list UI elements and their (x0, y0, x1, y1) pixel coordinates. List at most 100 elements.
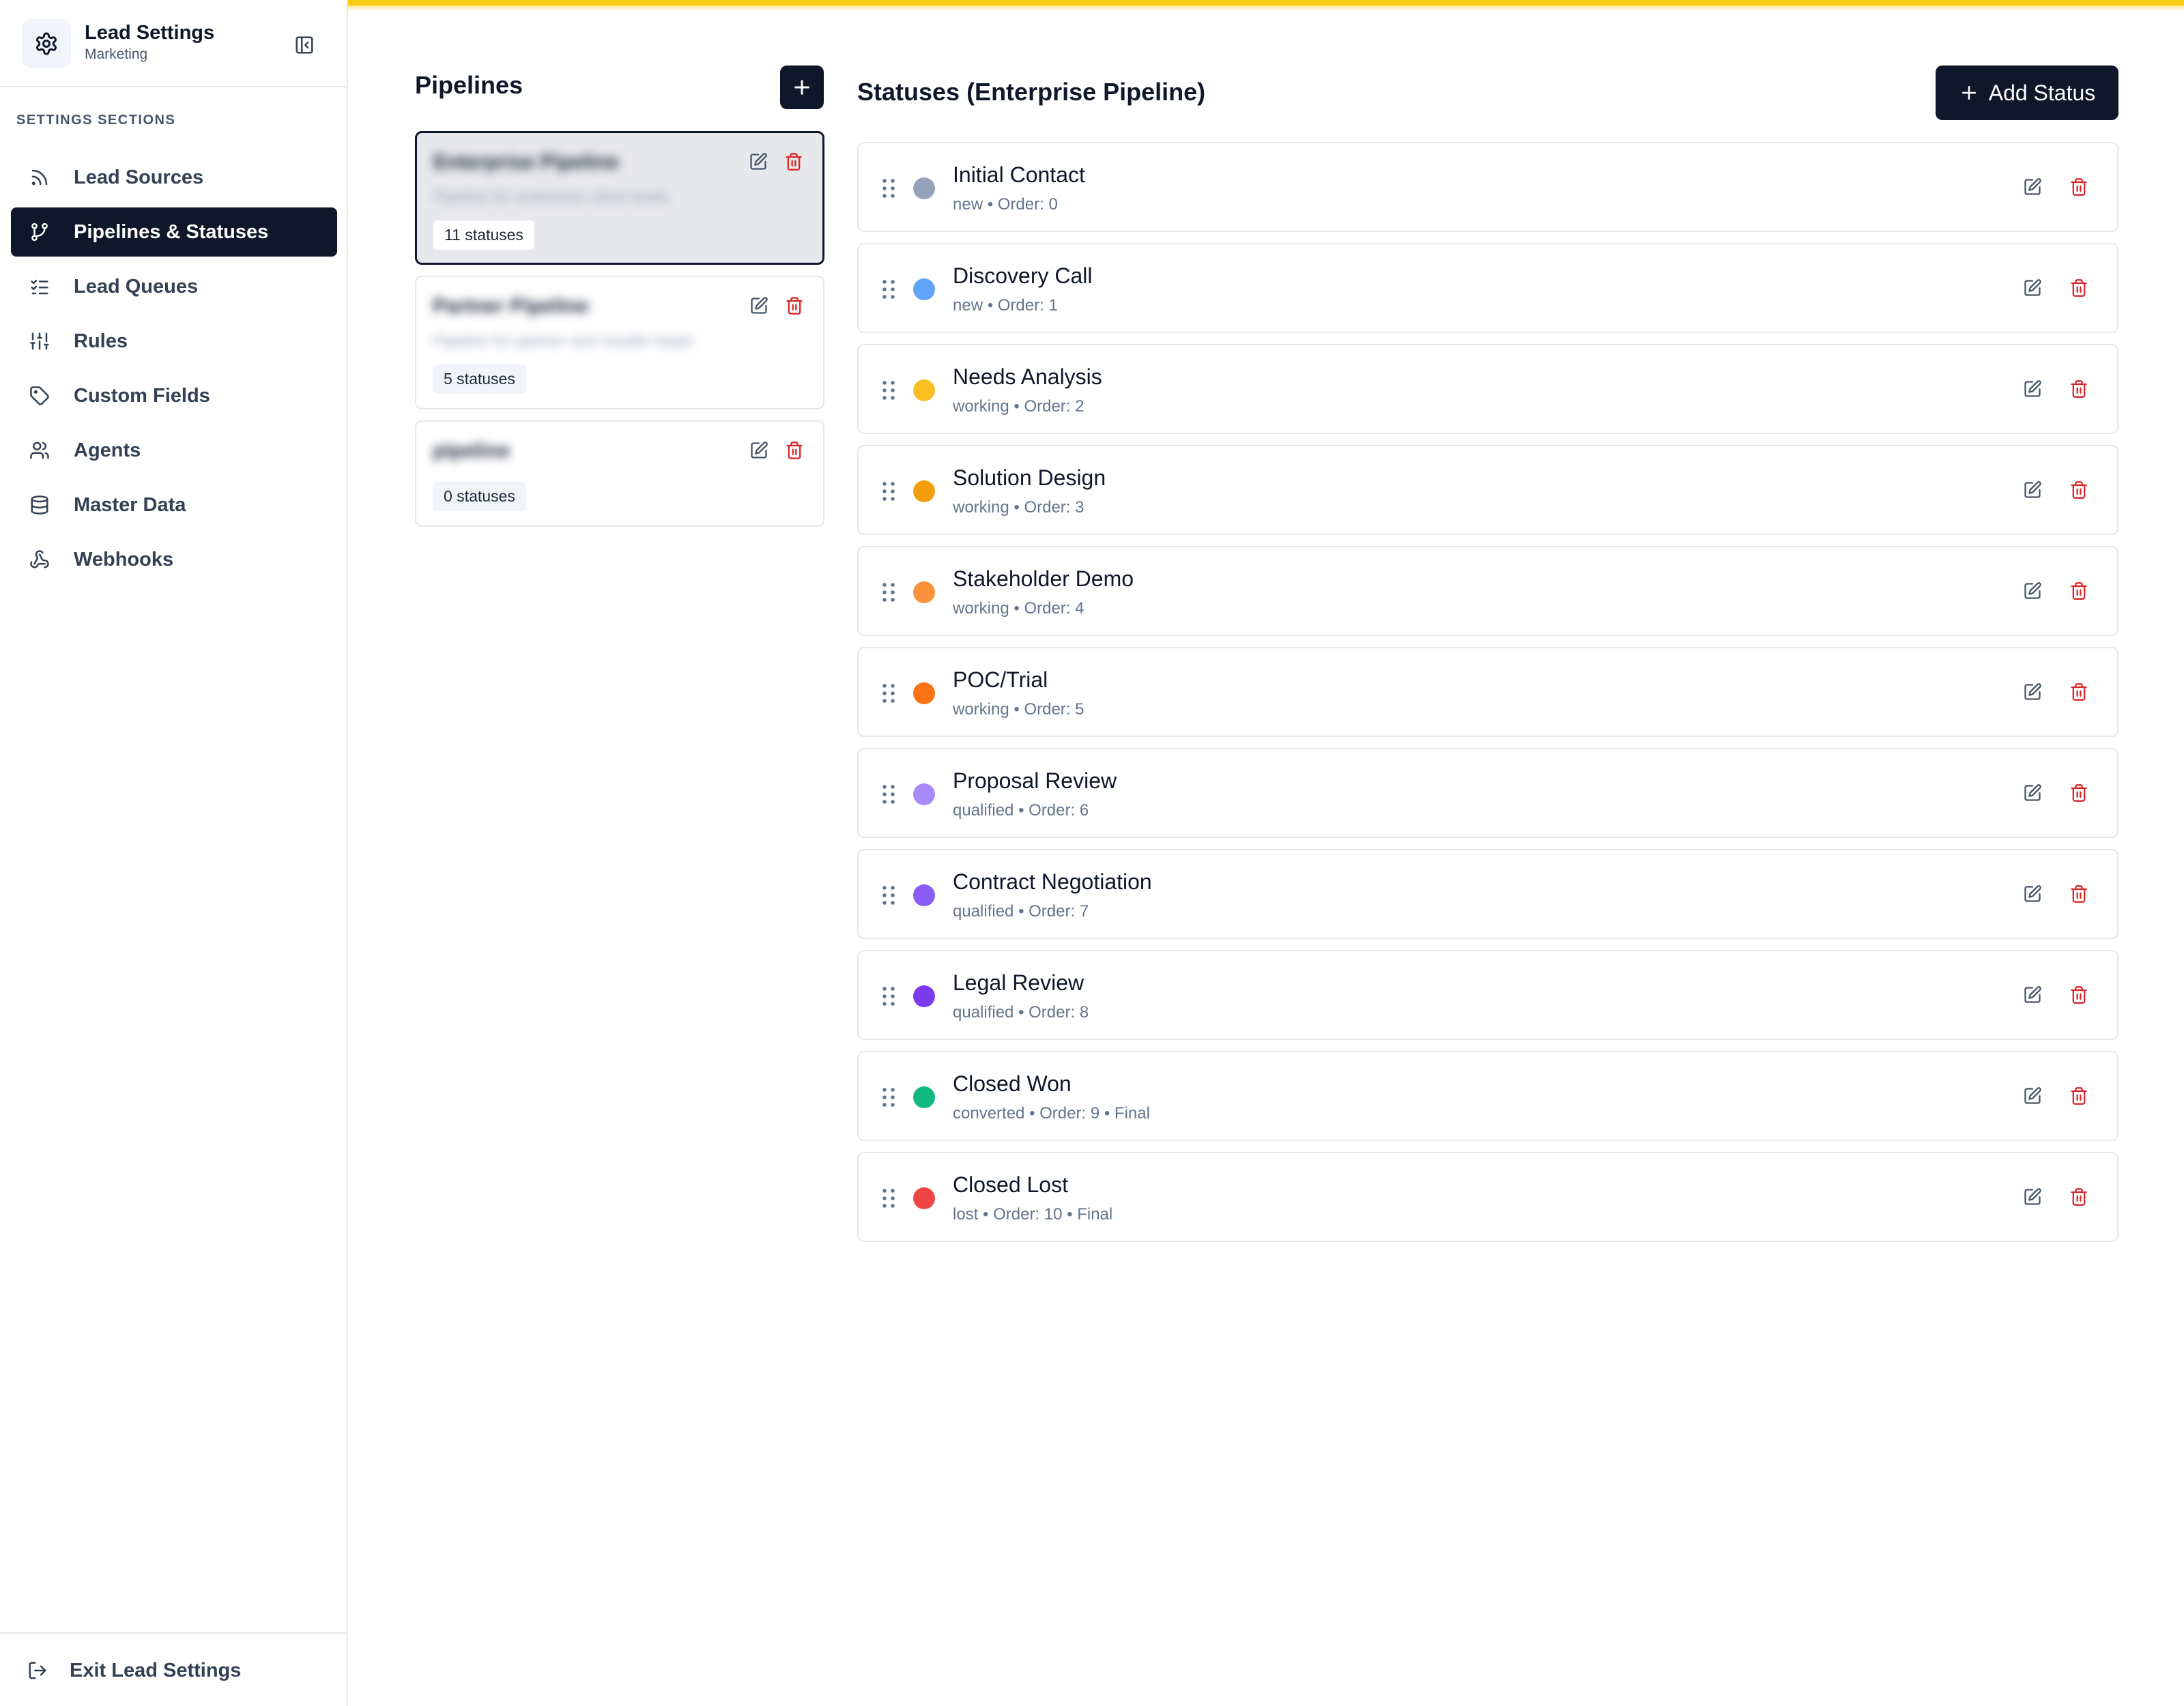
status-color-dot (913, 783, 935, 805)
edit-pipeline-button[interactable] (748, 439, 770, 461)
drag-handle-icon[interactable] (880, 1187, 897, 1209)
delete-pipeline-button[interactable] (784, 439, 805, 461)
delete-status-button[interactable] (2068, 378, 2090, 400)
status-row[interactable]: Stakeholder Demo working • Order: 4 (857, 546, 2118, 636)
app-title: Lead Settings (85, 22, 215, 44)
edit-status-button[interactable] (2022, 378, 2043, 400)
drag-handle-icon[interactable] (880, 278, 897, 300)
status-row[interactable]: Initial Contact new • Order: 0 (857, 142, 2118, 232)
drag-handle-icon[interactable] (880, 581, 897, 603)
status-color-dot (913, 177, 935, 199)
pipeline-status-count: 0 statuses (433, 482, 526, 511)
delete-status-button[interactable] (2068, 681, 2090, 703)
drag-handle-icon[interactable] (880, 682, 897, 704)
trash-icon (2071, 380, 2087, 398)
add-pipeline-button[interactable] (780, 66, 824, 109)
status-color-dot (913, 884, 935, 906)
status-meta: new • Order: 0 (953, 195, 1058, 214)
sidebar-item-lead-sources[interactable]: Lead Sources (11, 153, 337, 202)
edit-status-button[interactable] (2022, 176, 2043, 198)
drag-handle-icon[interactable] (880, 379, 897, 401)
trash-icon (2071, 986, 2087, 1004)
status-row[interactable]: Closed Won converted • Order: 9 • Final (857, 1051, 2118, 1141)
sidebar-item-label: Lead Sources (74, 166, 204, 188)
edit-status-button[interactable] (2022, 681, 2043, 703)
add-status-label: Add Status (1988, 80, 2096, 105)
pipeline-card-selected[interactable]: Enterprise Pipeline Pipeline for enterpr… (415, 131, 824, 265)
delete-status-button[interactable] (2068, 984, 2090, 1006)
delete-pipeline-button[interactable] (784, 295, 805, 317)
drag-handle-icon[interactable] (880, 1086, 897, 1108)
collapse-sidebar-button[interactable] (287, 30, 322, 60)
trash-icon (2071, 481, 2087, 499)
status-meta: qualified • Order: 7 (953, 902, 1089, 921)
exit-lead-settings-button[interactable]: Exit Lead Settings (11, 1649, 337, 1692)
pipeline-name: Enterprise Pipeline (433, 151, 619, 173)
edit-icon (2024, 178, 2041, 195)
drag-handle-icon[interactable] (880, 177, 897, 199)
drag-handle-icon[interactable] (880, 985, 897, 1007)
trash-icon (786, 153, 802, 171)
status-row[interactable]: Contract Negotiation qualified • Order: … (857, 849, 2118, 939)
edit-pipeline-button[interactable] (748, 295, 770, 317)
delete-status-button[interactable] (2068, 1186, 2090, 1208)
delete-status-button[interactable] (2068, 883, 2090, 905)
status-color-dot (913, 581, 935, 603)
trash-icon (2071, 784, 2087, 802)
edit-status-button[interactable] (2022, 580, 2043, 602)
status-meta: working • Order: 5 (953, 700, 1084, 719)
delete-status-button[interactable] (2068, 479, 2090, 501)
status-row[interactable]: Discovery Call new • Order: 1 (857, 243, 2118, 333)
status-meta: working • Order: 2 (953, 397, 1084, 416)
status-row[interactable]: Proposal Review qualified • Order: 6 (857, 748, 2118, 838)
drag-handle-icon[interactable] (880, 480, 897, 502)
delete-status-button[interactable] (2068, 1085, 2090, 1107)
sidebar-item-rules[interactable]: Rules (11, 317, 337, 366)
delete-status-button[interactable] (2068, 782, 2090, 804)
status-row[interactable]: Solution Design working • Order: 3 (857, 445, 2118, 535)
status-row[interactable]: Closed Lost lost • Order: 10 • Final (857, 1152, 2118, 1242)
delete-pipeline-button[interactable] (783, 151, 805, 173)
sidebar-item-lead-queues[interactable]: Lead Queues (11, 262, 337, 311)
sidebar-item-label: Webhooks (74, 548, 174, 570)
trash-icon (786, 442, 803, 459)
pipeline-card[interactable]: Partner Pipeline Pipeline for partner an… (415, 276, 824, 409)
status-name: Stakeholder Demo (953, 566, 1134, 591)
status-meta: working • Order: 3 (953, 498, 1084, 517)
drag-handle-icon[interactable] (880, 884, 897, 906)
edit-status-button[interactable] (2022, 277, 2043, 299)
sidebar-footer: Exit Lead Settings (0, 1632, 347, 1706)
edit-status-button[interactable] (2022, 883, 2043, 905)
status-name: Discovery Call (953, 263, 1093, 288)
drag-handle-icon[interactable] (880, 783, 897, 805)
sidebar-item-master-data[interactable]: Master Data (11, 480, 337, 530)
pipeline-name: pipeline (433, 439, 511, 462)
edit-status-button[interactable] (2022, 782, 2043, 804)
edit-status-button[interactable] (2022, 479, 2043, 501)
status-row[interactable]: Needs Analysis working • Order: 2 (857, 344, 2118, 434)
add-status-button[interactable]: Add Status (1936, 66, 2118, 120)
sidebar-item-pipelines-statuses[interactable]: Pipelines & Statuses (11, 207, 337, 257)
panel-left-close-icon (296, 36, 313, 54)
status-name: Closed Won (953, 1071, 1072, 1096)
status-color-dot (913, 379, 935, 401)
status-row[interactable]: Legal Review qualified • Order: 8 (857, 950, 2118, 1040)
delete-status-button[interactable] (2068, 277, 2090, 299)
sidebar-item-agents[interactable]: Agents (11, 426, 337, 475)
status-color-dot (913, 278, 935, 300)
delete-status-button[interactable] (2068, 176, 2090, 198)
settings-sections-heading: SETTINGS SECTIONS (16, 113, 176, 128)
edit-status-button[interactable] (2022, 1186, 2043, 1208)
status-row[interactable]: POC/Trial working • Order: 5 (857, 647, 2118, 737)
sidebar-item-custom-fields[interactable]: Custom Fields (11, 371, 337, 420)
pipeline-card[interactable]: pipeline 0 statuses (415, 420, 824, 527)
delete-status-button[interactable] (2068, 580, 2090, 602)
edit-status-button[interactable] (2022, 984, 2043, 1006)
edit-status-button[interactable] (2022, 1085, 2043, 1107)
edit-pipeline-button[interactable] (747, 151, 769, 173)
list-checks-icon (27, 274, 52, 299)
sidebar-item-webhooks[interactable]: Webhooks (11, 535, 337, 584)
app-subtitle: Marketing (85, 46, 148, 62)
sidebar: Lead Settings Marketing SETTINGS SECTION… (0, 0, 348, 1706)
log-out-icon (27, 1660, 48, 1681)
